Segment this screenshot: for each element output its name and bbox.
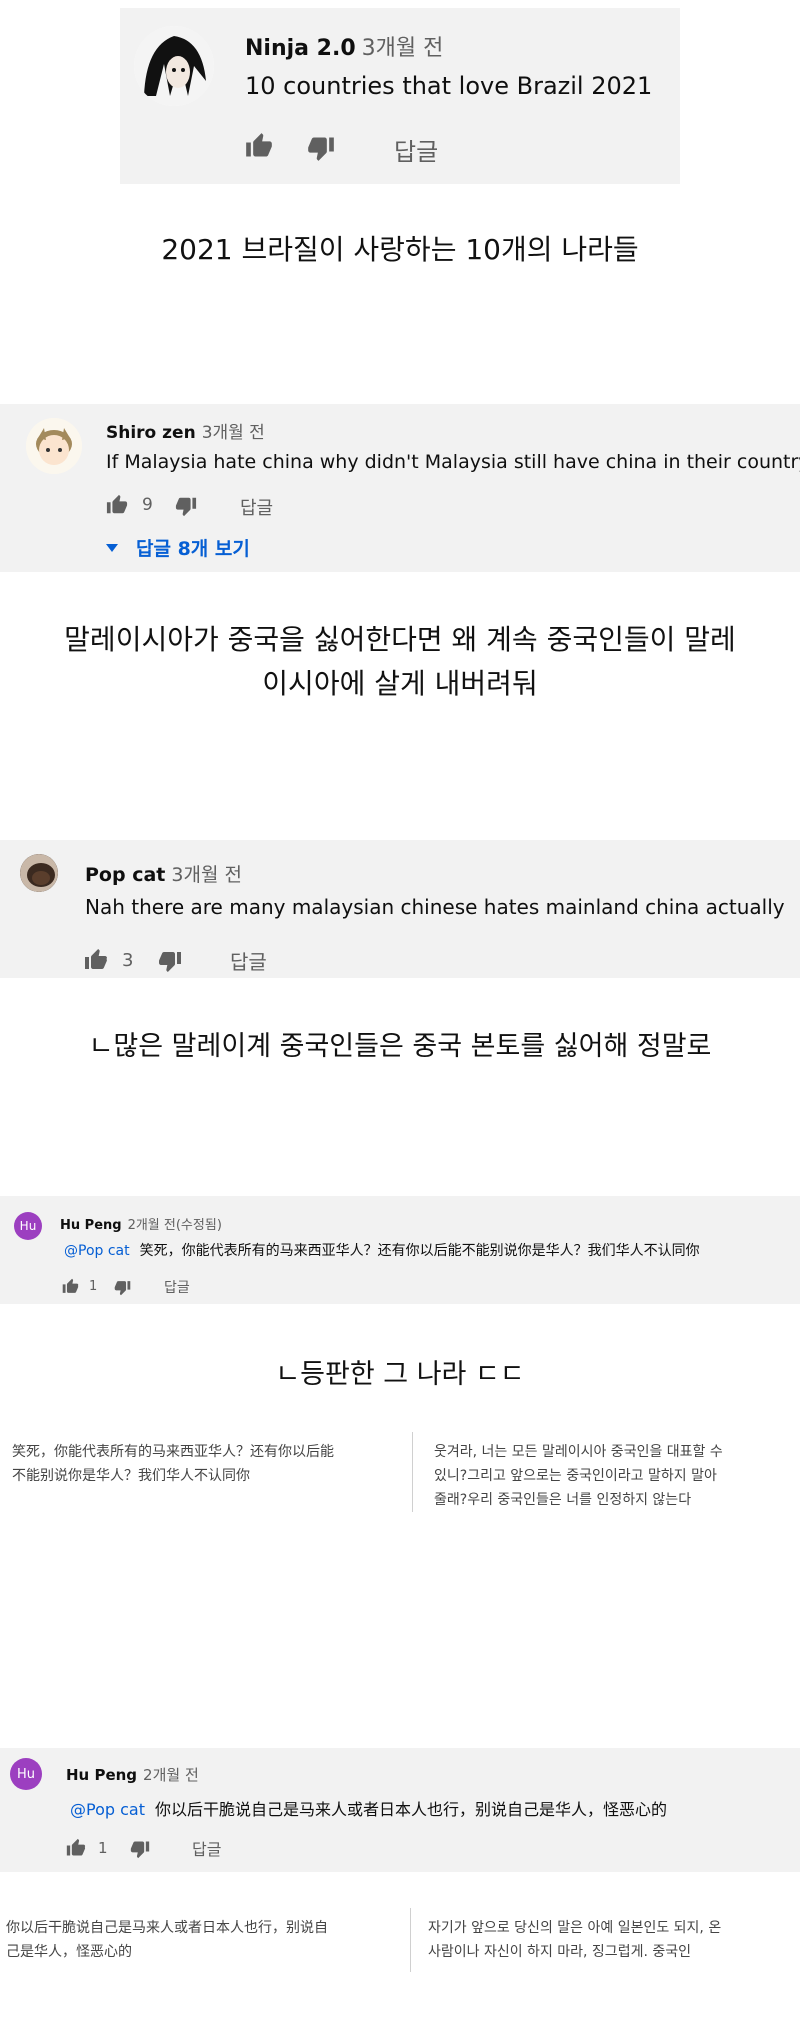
avatar[interactable] [20, 854, 58, 892]
dislike-button[interactable] [114, 1279, 131, 1296]
reply-button[interactable]: 답글 [230, 946, 267, 975]
dislike-button[interactable] [175, 495, 197, 517]
original-line: 己是华人，怪恶心的 [6, 1944, 132, 1960]
original-line: 你以后干脆说自己是马来人或者日本人也行，别说自 [6, 1920, 328, 1936]
translated-text-box: 웃겨라, 너는 모든 말레이시아 중국인을 대표할 수 있니?그리고 앞으로는 … [434, 1440, 794, 1512]
translated-line: 사람이나 자신이 하지 마라, 징그럽게. 중국인 [428, 1944, 691, 1960]
avatar[interactable] [26, 418, 82, 474]
like-button[interactable] [244, 132, 274, 160]
thumbs-up-icon [84, 948, 108, 972]
like-count: 1 [98, 1839, 108, 1857]
reply-button[interactable]: 답글 [164, 1277, 190, 1297]
avatar-cat-image [20, 854, 58, 892]
thumbs-down-icon [158, 949, 182, 973]
thumbs-up-icon [106, 494, 128, 516]
thumbs-down-icon [114, 1279, 131, 1296]
comment-time: 2개월 전 [143, 1766, 199, 1784]
avatar[interactable]: Hu [10, 1758, 42, 1790]
comment-body: 笑死，你能代表所有的马来西亚华人？还有你以后能不能别说你是华人？我们华人不认同你 [139, 1243, 700, 1259]
comment-author[interactable]: Shiro zen 3개월 전 [106, 418, 265, 443]
like-button[interactable]: 1 [62, 1278, 97, 1295]
original-text-box: 笑死，你能代表所有的马来西亚华人？还有你以后能 不能别说你是华人？我们华人不认同… [12, 1440, 402, 1488]
avatar[interactable] [134, 26, 214, 106]
thumbs-down-icon [130, 1839, 150, 1859]
translation-caption-line1: 말레이시아가 중국을 싫어한다면 왜 계속 중국인들이 말레 [64, 623, 736, 656]
comment-time: 2개월 전(수정됨) [127, 1218, 222, 1233]
translated-line: 웃겨라, 너는 모든 말레이시아 중국인을 대표할 수 [434, 1444, 723, 1460]
dislike-button[interactable] [130, 1839, 150, 1859]
dislike-button[interactable] [158, 949, 182, 973]
translated-line: 있니?그리고 앞으로는 중국인이라고 말하지 말아 [434, 1468, 717, 1484]
like-button[interactable]: 3 [84, 948, 133, 972]
like-count: 9 [142, 495, 153, 515]
comment-time: 3개월 전 [201, 423, 265, 443]
comment-body: 你以后干脆说自己是马来人或者日本人也行，别说自己是华人，怪恶心的 [154, 1800, 667, 1819]
original-line: 笑死，你能代表所有的马来西亚华人？还有你以后能 [12, 1444, 334, 1460]
dislike-button[interactable] [306, 134, 336, 162]
view-replies-label: 답글 8개 보기 [136, 538, 250, 560]
comment-author[interactable]: Hu Peng 2개월 전(수정됨) [60, 1214, 222, 1233]
translated-line: 줄래?우리 중국인들은 너를 인정하지 않는다 [434, 1492, 692, 1508]
comment-text: @Pop cat 笑死，你能代表所有的马来西亚华人？还有你以后能不能别说你是华人？… [64, 1240, 700, 1260]
comment-time: 3개월 전 [361, 36, 444, 61]
translated-text-box: 자기가 앞으로 당신의 말은 아예 일본인도 되지, 온 사람이나 자신이 하지… [428, 1916, 794, 1964]
reply-button[interactable]: 답글 [394, 132, 438, 167]
thumbs-down-icon [306, 134, 336, 162]
original-text-box: 你以后干脆说自己是马来人或者日本人也行，别说自 己是华人，怪恶心的 [6, 1916, 406, 1964]
avatar[interactable]: Hu [14, 1212, 42, 1240]
translation-caption: 2021 브라질이 사랑하는 10개의 나라들 [161, 233, 639, 266]
like-button[interactable]: 1 [66, 1838, 108, 1858]
comment-text: 10 countries that love Brazil 2021 [245, 72, 653, 100]
comment-author[interactable]: Ninja 2.0 3개월 전 [245, 30, 443, 62]
like-count: 1 [89, 1279, 98, 1294]
author-name[interactable]: Hu Peng [60, 1218, 122, 1233]
reply-button[interactable]: 답글 [240, 494, 273, 520]
translation-caption: ㄴ많은 말레이계 중국인들은 중국 본토를 싫어해 정말로 [88, 1031, 712, 1062]
comment-time: 3개월 전 [171, 864, 242, 886]
thumbs-up-icon [62, 1278, 79, 1295]
column-divider [410, 1908, 411, 1972]
caret-down-icon [106, 543, 118, 552]
thumbs-down-icon [175, 495, 197, 517]
column-divider [412, 1432, 413, 1512]
mention-link[interactable]: @Pop cat [70, 1800, 145, 1819]
author-name[interactable]: Pop cat [85, 864, 165, 886]
author-name[interactable]: Hu Peng [66, 1766, 137, 1784]
reply-button[interactable]: 답글 [192, 1836, 221, 1860]
translation-caption-line2: 이시아에 살게 내버려둬 [262, 667, 538, 700]
comment-text: If Malaysia hate china why didn't Malays… [106, 451, 800, 473]
author-name[interactable]: Ninja 2.0 [245, 36, 356, 61]
like-count: 3 [122, 949, 134, 971]
view-replies-button[interactable]: 답글 8개 보기 [106, 534, 250, 561]
translation-caption: ㄴ등판한 그 나라 ㄷㄷ [275, 1359, 525, 1390]
avatar-cartoon-image [26, 418, 82, 474]
comment-author[interactable]: Hu Peng 2개월 전 [66, 1764, 199, 1785]
thumbs-up-icon [66, 1838, 86, 1858]
like-button[interactable]: 9 [106, 494, 153, 516]
comment-author[interactable]: Pop cat 3개월 전 [85, 860, 242, 887]
comment-text: @Pop cat 你以后干脆说自己是马来人或者日本人也行，别说自己是华人，怪恶心的 [70, 1796, 667, 1820]
author-name[interactable]: Shiro zen [106, 423, 196, 443]
avatar-letters: Hu [16, 1766, 35, 1782]
translated-line: 자기가 앞으로 당신의 말은 아예 일본인도 되지, 온 [428, 1920, 722, 1936]
avatar-letters: Hu [19, 1219, 37, 1233]
original-line: 不能别说你是华人？我们华人不认同你 [12, 1468, 250, 1484]
avatar-anime-image [134, 26, 214, 106]
comment-text: Nah there are many malaysian chinese hat… [85, 895, 785, 919]
mention-link[interactable]: @Pop cat [64, 1243, 130, 1259]
thumbs-up-icon [244, 132, 274, 160]
